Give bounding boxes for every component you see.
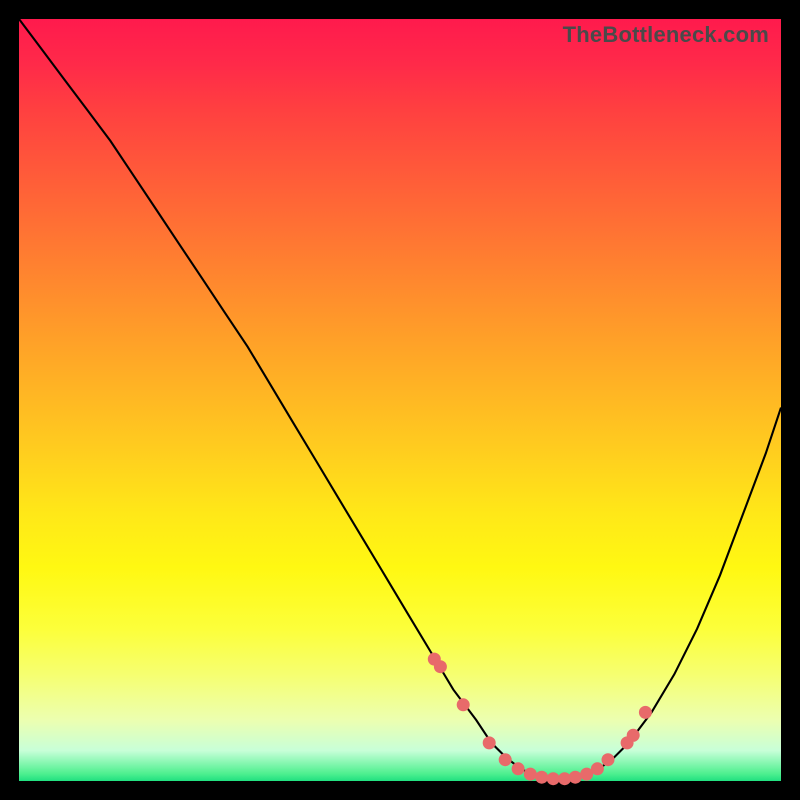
marker-dot xyxy=(524,768,537,781)
marker-dot xyxy=(457,698,470,711)
marker-dot xyxy=(569,771,582,784)
marker-dot xyxy=(627,729,640,742)
chart-frame: TheBottleneck.com xyxy=(0,0,800,800)
marker-dot xyxy=(591,762,604,775)
marker-dot xyxy=(547,772,560,785)
marker-dot xyxy=(535,771,548,784)
plot-area: TheBottleneck.com xyxy=(19,19,781,781)
bottleneck-curve xyxy=(19,19,781,781)
marker-dot xyxy=(434,660,447,673)
marker-dot xyxy=(639,706,652,719)
marker-dot xyxy=(483,736,496,749)
marker-dot xyxy=(602,753,615,766)
marker-dot xyxy=(512,762,525,775)
marker-dot xyxy=(499,753,512,766)
